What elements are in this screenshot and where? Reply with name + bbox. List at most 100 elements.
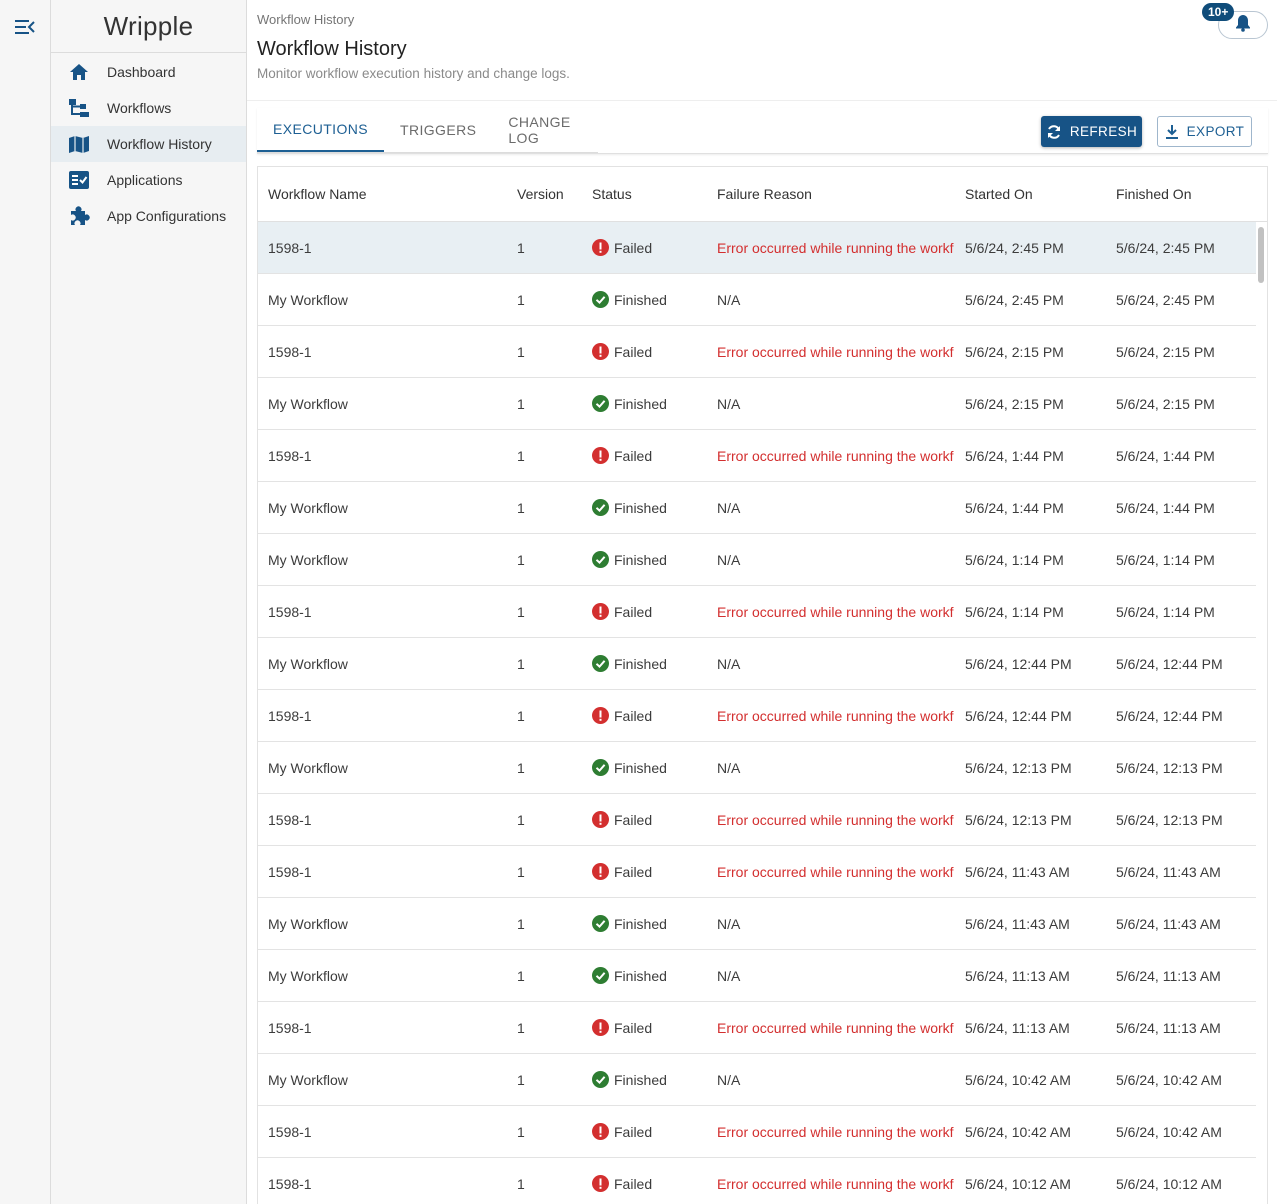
table-row[interactable]: My Workflow 1 Finished N/A 5/6/24, 12:13 PM 5…: [258, 742, 1256, 794]
tab-bar: EXECUTIONS TRIGGERS CHANGE LOG: [257, 108, 598, 153]
cell-status: Finished: [582, 291, 707, 308]
cell-finished-on: 5/6/24, 2:45 PM: [1116, 239, 1215, 256]
status-label: Finished: [614, 655, 667, 672]
table-row[interactable]: My Workflow 1 Finished N/A 5/6/24, 2:45 PM 5/…: [258, 274, 1256, 326]
cell-version: 1: [517, 1123, 525, 1140]
table-row[interactable]: 1598-1 1 Failed Error occurred while runnin…: [258, 430, 1256, 482]
cell-started-on: 5/6/24, 10:42 AM: [965, 1123, 1071, 1140]
table-row[interactable]: 1598-1 1 Failed Error occurred while runnin…: [258, 1106, 1256, 1158]
cell-finished-on: 5/6/24, 11:13 AM: [1116, 1019, 1221, 1036]
cell-version: 1: [517, 863, 525, 880]
status-label: Finished: [614, 759, 667, 776]
cell-workflow-name: My Workflow: [268, 499, 348, 516]
sidebar: Wripple Dashboard Workflows Workflow His…: [51, 0, 247, 1204]
cell-version: 1: [517, 759, 525, 776]
tab-triggers[interactable]: TRIGGERS: [384, 108, 492, 152]
status-label: Finished: [614, 915, 667, 932]
cell-finished-on: 5/6/24, 2:15 PM: [1116, 343, 1215, 360]
status-label: Finished: [614, 1071, 667, 1088]
check-circle-icon: [592, 291, 609, 308]
bell-icon: [1235, 14, 1251, 37]
table-row[interactable]: My Workflow 1 Finished N/A 5/6/24, 2:15 PM 5/…: [258, 378, 1256, 430]
status-label: Failed: [614, 603, 653, 620]
sidebar-item-workflows[interactable]: Workflows: [51, 90, 246, 126]
table-row[interactable]: 1598-1 1 Failed Error occurred while runnin…: [258, 586, 1256, 638]
table-row[interactable]: 1598-1 1 Failed Error occurred while runnin…: [258, 1158, 1256, 1204]
error-icon: [592, 343, 609, 360]
notifications-button[interactable]: 10+: [1202, 3, 1268, 39]
cell-started-on: 5/6/24, 1:44 PM: [965, 447, 1064, 464]
cell-status: Failed: [582, 707, 707, 724]
table-row[interactable]: My Workflow 1 Finished N/A 5/6/24, 1:14 PM 5/…: [258, 534, 1256, 586]
table-row[interactable]: 1598-1 1 Failed Error occurred while runnin…: [258, 846, 1256, 898]
cell-finished-on: 5/6/24, 12:13 PM: [1116, 811, 1223, 828]
cell-status: Finished: [582, 655, 707, 672]
status-label: Failed: [614, 447, 653, 464]
table-row[interactable]: My Workflow 1 Finished N/A 5/6/24, 11:43 AM 5…: [258, 898, 1256, 950]
main-content: Workflow History Workflow History Monito…: [247, 0, 1277, 1204]
sidebar-item-applications[interactable]: Applications: [51, 162, 246, 198]
cell-failure-reason: Error occurred while running the workf: [717, 863, 954, 880]
breadcrumb[interactable]: Workflow History: [257, 12, 354, 27]
cell-version: 1: [517, 1019, 525, 1036]
sidebar-item-app-configurations[interactable]: App Configurations: [51, 198, 246, 234]
table-scrollbar[interactable]: [1258, 227, 1264, 283]
check-circle-icon: [592, 915, 609, 932]
table-row[interactable]: My Workflow 1 Finished N/A 5/6/24, 12:44 PM 5…: [258, 638, 1256, 690]
cell-started-on: 5/6/24, 2:15 PM: [965, 395, 1064, 412]
cell-failure-reason: N/A: [717, 915, 741, 932]
table-row[interactable]: My Workflow 1 Finished N/A 5/6/24, 11:13 AM 5…: [258, 950, 1256, 1002]
brand-title: Wripple: [51, 0, 246, 53]
table-row[interactable]: 1598-1 1 Failed Error occurred while runnin…: [258, 222, 1256, 274]
table-row[interactable]: My Workflow 1 Finished N/A 5/6/24, 1:44 PM 5/…: [258, 482, 1256, 534]
cell-workflow-name: My Workflow: [268, 915, 348, 932]
error-icon: [592, 1019, 609, 1036]
cell-version: 1: [517, 967, 525, 984]
export-button[interactable]: EXPORT: [1157, 116, 1252, 147]
sidebar-item-label: Dashboard: [107, 64, 176, 80]
cell-status: Finished: [582, 759, 707, 776]
header-divider: [247, 100, 1277, 101]
cell-workflow-name: My Workflow: [268, 551, 348, 568]
table-row[interactable]: 1598-1 1 Failed Error occurred while runnin…: [258, 690, 1256, 742]
cell-status: Finished: [582, 1071, 707, 1088]
collapse-menu-icon[interactable]: [14, 17, 36, 37]
cell-finished-on: 5/6/24, 12:13 PM: [1116, 759, 1223, 776]
cell-version: 1: [517, 239, 525, 256]
sidebar-item-dashboard[interactable]: Dashboard: [51, 54, 246, 90]
download-icon: [1165, 124, 1179, 140]
tab-executions[interactable]: EXECUTIONS: [257, 108, 385, 152]
table-row[interactable]: 1598-1 1 Failed Error occurred while runnin…: [258, 1002, 1256, 1054]
cell-version: 1: [517, 291, 525, 308]
column-header-started-on[interactable]: Started On: [956, 186, 1106, 202]
table-row[interactable]: 1598-1 1 Failed Error occurred while runnin…: [258, 326, 1256, 378]
table-row[interactable]: My Workflow 1 Finished N/A 5/6/24, 10:42 AM 5…: [258, 1054, 1256, 1106]
cell-version: 1: [517, 1175, 525, 1192]
cell-version: 1: [517, 343, 525, 360]
cell-workflow-name: 1598-1: [268, 707, 312, 724]
status-label: Failed: [614, 1123, 653, 1140]
cell-failure-reason: Error occurred while running the workf: [717, 1123, 954, 1140]
cell-finished-on: 5/6/24, 11:13 AM: [1116, 967, 1221, 984]
cell-failure-reason: N/A: [717, 759, 741, 776]
error-icon: [592, 603, 609, 620]
cell-started-on: 5/6/24, 10:42 AM: [965, 1071, 1071, 1088]
cell-started-on: 5/6/24, 12:44 PM: [965, 655, 1072, 672]
column-header-status[interactable]: Status: [582, 186, 707, 202]
cell-workflow-name: My Workflow: [268, 291, 348, 308]
table-row[interactable]: 1598-1 1 Failed Error occurred while runnin…: [258, 794, 1256, 846]
column-header-version[interactable]: Version: [507, 186, 582, 202]
cell-failure-reason: Error occurred while running the workf: [717, 447, 954, 464]
home-icon: [67, 61, 91, 83]
tab-change-log[interactable]: CHANGE LOG: [492, 108, 598, 152]
column-header-failure-reason[interactable]: Failure Reason: [707, 186, 956, 202]
column-header-finished-on[interactable]: Finished On: [1106, 186, 1246, 202]
cell-status: Failed: [582, 343, 707, 360]
cell-version: 1: [517, 707, 525, 724]
refresh-button[interactable]: REFRESH: [1041, 116, 1142, 147]
sidebar-item-workflow-history[interactable]: Workflow History: [51, 126, 246, 162]
cell-status: Failed: [582, 1123, 707, 1140]
status-label: Failed: [614, 707, 653, 724]
column-header-workflow-name[interactable]: Workflow Name: [258, 186, 507, 202]
cell-version: 1: [517, 551, 525, 568]
